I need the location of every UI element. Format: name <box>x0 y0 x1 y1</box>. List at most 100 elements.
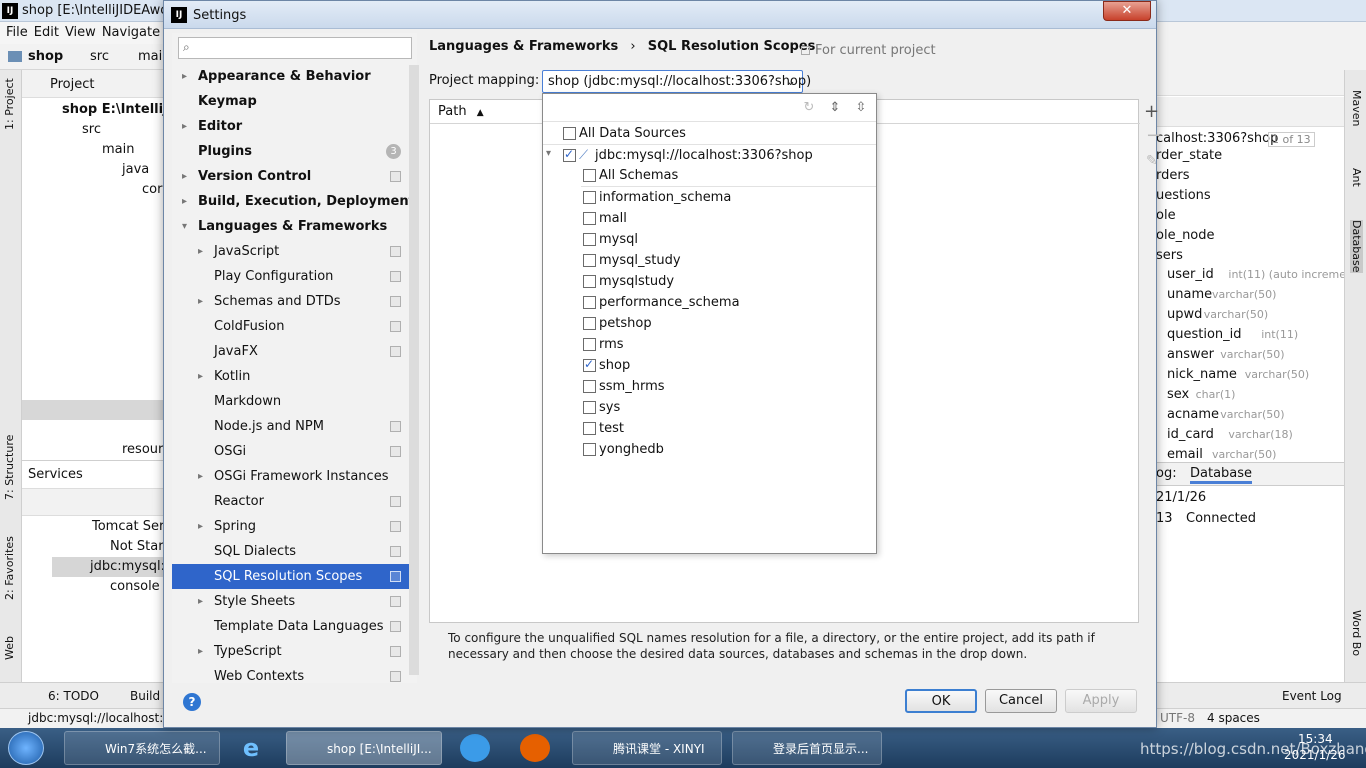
apply-button[interactable]: Apply <box>1065 689 1137 713</box>
nav-crumb-shop[interactable]: shop <box>28 49 63 64</box>
chevron-right-icon[interactable]: ▸ <box>198 464 208 489</box>
tree-src[interactable]: src <box>82 122 101 137</box>
chevron-right-icon[interactable]: ▸ <box>198 514 208 539</box>
task-intellij[interactable]: shop [E:\IntelliJI... <box>286 731 442 765</box>
close-button[interactable]: ✕ <box>1103 1 1151 21</box>
task-win7[interactable]: Win7系统怎么截... <box>64 731 220 765</box>
tree-main[interactable]: main <box>102 142 134 157</box>
schema-checkbox[interactable] <box>583 422 596 435</box>
schema-checkbox[interactable] <box>583 357 596 372</box>
sidebar-item[interactable]: ▸ JavaScript <box>172 239 417 264</box>
schema-checkbox[interactable] <box>583 212 596 225</box>
collapse-all-icon[interactable]: ⇳ <box>853 100 869 116</box>
refresh-icon[interactable]: ↻ <box>801 100 817 116</box>
chevron-right-icon[interactable]: ▸ <box>182 64 192 89</box>
chevron-right-icon[interactable]: ▸ <box>198 639 208 664</box>
chevron-right-icon[interactable]: ▸ <box>198 364 208 389</box>
db-table-item[interactable]: rder_state <box>1156 148 1222 163</box>
add-icon[interactable]: + <box>1144 101 1159 122</box>
sidebar-item[interactable]: ▸ Style Sheets <box>172 589 417 614</box>
stripe-favorites[interactable]: 2: Favorites <box>3 536 16 600</box>
stripe-database[interactable]: Database <box>1350 220 1363 273</box>
status-encoding[interactable]: UTF-8 <box>1160 711 1195 725</box>
chevron-right-icon[interactable]: ▸ <box>182 114 192 139</box>
sidebar-item[interactable]: ▸ TypeScript <box>172 639 417 664</box>
ok-button[interactable]: OK <box>905 689 977 713</box>
schema-checkbox[interactable] <box>583 317 596 330</box>
service-jdbc[interactable]: jdbc:mysql:// <box>90 559 174 574</box>
db-column-name[interactable]: answer <box>1167 347 1214 362</box>
sidebar-item[interactable]: ▸ Kotlin <box>172 364 417 389</box>
schema-checkbox[interactable] <box>583 233 596 246</box>
todo-tab[interactable]: 6: TODO <box>48 689 99 703</box>
chevron-right-icon[interactable]: ▸ <box>198 589 208 614</box>
start-button[interactable] <box>8 731 44 765</box>
sidebar-item[interactable]: OSGi <box>172 439 417 464</box>
sidebar-item[interactable]: Plugins 3 <box>172 139 417 164</box>
log-tab[interactable]: og: <box>1156 466 1177 481</box>
schema-checkbox[interactable] <box>583 443 596 456</box>
sidebar-item[interactable]: ▸ Spring <box>172 514 417 539</box>
sidebar-item[interactable]: Template Data Languages <box>172 614 417 639</box>
service-not-started[interactable]: Not Start <box>110 539 169 554</box>
service-console[interactable]: console <box>110 579 160 594</box>
help-button[interactable]: ? <box>183 693 201 711</box>
tree-java[interactable]: java <box>122 162 149 177</box>
edit-icon[interactable]: ✎ <box>1146 153 1158 169</box>
sidebar-item[interactable]: Reactor <box>172 489 417 514</box>
browser-icon[interactable] <box>460 734 490 762</box>
menu-file[interactable]: File <box>6 25 28 40</box>
sidebar-item[interactable]: Play Configuration <box>172 264 417 289</box>
cancel-button[interactable]: Cancel <box>985 689 1057 713</box>
project-panel-title[interactable]: Project <box>50 77 94 92</box>
service-tomcat[interactable]: Tomcat Serv <box>92 519 172 534</box>
db-column-name[interactable]: question_id <box>1167 327 1242 342</box>
breadcrumb-languages[interactable]: Languages & Frameworks <box>429 39 618 54</box>
ie-icon[interactable]: e <box>236 734 266 762</box>
schema-checkbox[interactable] <box>583 254 596 267</box>
project-mapping-combo[interactable]: shop (jdbc:mysql://localhost:3306?shop) … <box>542 70 811 93</box>
stripe-word-book[interactable]: Word Bo <box>1350 610 1363 656</box>
sidebar-item[interactable]: ▸ OSGi Framework Instances <box>172 464 417 489</box>
sidebar-item[interactable]: ▾ Languages & Frameworks <box>172 214 417 239</box>
firefox-icon[interactable] <box>520 734 550 762</box>
sidebar-item[interactable]: SQL Dialects <box>172 539 417 564</box>
db-column-name[interactable]: uname <box>1167 287 1212 302</box>
stripe-maven[interactable]: Maven <box>1350 90 1363 126</box>
sidebar-item[interactable]: Keymap <box>172 89 417 114</box>
db-column-name[interactable]: id_card <box>1167 427 1214 442</box>
schema-checkbox[interactable] <box>583 275 596 288</box>
sidebar-item[interactable]: Markdown <box>172 389 417 414</box>
nav-crumb-src[interactable]: src <box>90 49 109 64</box>
chevron-down-icon[interactable]: ▾ <box>182 214 192 239</box>
remove-icon[interactable]: − <box>1146 125 1161 146</box>
db-column-name[interactable]: email <box>1167 447 1203 462</box>
event-log-tab[interactable]: Event Log <box>1282 689 1342 703</box>
schema-checkbox[interactable] <box>583 338 596 351</box>
database-log-tab[interactable]: Database <box>1190 466 1253 484</box>
task-tencent[interactable]: 腾讯课堂 - XINYI <box>572 731 722 765</box>
chevron-right-icon[interactable]: ▸ <box>182 164 192 189</box>
tree-resources[interactable]: resour <box>122 442 163 457</box>
chevron-right-icon[interactable]: ▸ <box>182 189 192 214</box>
stripe-structure[interactable]: 7: Structure <box>3 435 16 500</box>
sidebar-item[interactable]: Node.js and NPM <box>172 414 417 439</box>
sidebar-item[interactable]: SQL Resolution Scopes <box>172 564 417 589</box>
schema-checkbox[interactable] <box>583 401 596 414</box>
db-table-item[interactable]: ole_node <box>1156 228 1215 243</box>
db-table-item[interactable]: uestions <box>1156 188 1211 203</box>
chevron-right-icon[interactable]: ▸ <box>198 239 208 264</box>
schema-checkbox[interactable] <box>583 191 596 204</box>
sidebar-scrollbar[interactable] <box>409 65 419 675</box>
expand-all-icon[interactable]: ⇕ <box>827 100 843 116</box>
menu-edit[interactable]: Edit <box>34 25 59 40</box>
settings-search-input[interactable]: ⌕ <box>178 37 412 59</box>
db-column-name[interactable]: nick_name <box>1167 367 1237 382</box>
all-schemas-checkbox[interactable] <box>583 169 596 182</box>
db-column-name[interactable]: acname <box>1167 407 1219 422</box>
stripe-ant[interactable]: Ant <box>1350 168 1363 187</box>
sidebar-item[interactable]: Web Contexts <box>172 664 417 684</box>
build-tab[interactable]: Build <box>130 689 160 703</box>
sidebar-item[interactable]: ▸ Version Control <box>172 164 417 189</box>
sidebar-item[interactable]: ▸ Schemas and DTDs <box>172 289 417 314</box>
